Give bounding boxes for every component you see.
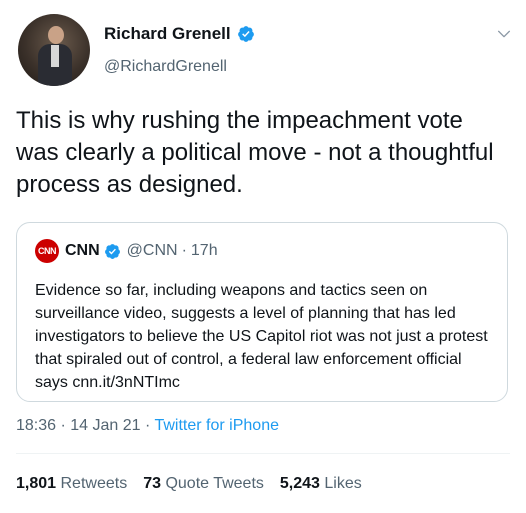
tweet-header: Richard Grenell @RichardGrenell <box>18 14 514 86</box>
quoted-timestamp: 17h <box>190 242 218 259</box>
author-name-row: Richard Grenell <box>104 24 255 44</box>
quoted-tweet-header: CNN CNN @CNN · 17h <box>35 239 218 263</box>
chevron-down-icon[interactable] <box>496 26 512 42</box>
quoted-tweet[interactable]: CNN CNN @CNN · 17h Evidence so far, incl… <box>16 222 508 402</box>
author-handle[interactable]: @RichardGrenell <box>104 58 227 76</box>
likes-stat[interactable]: 5,243 Likes <box>280 475 362 493</box>
likes-label: Likes <box>324 475 362 492</box>
quoted-tweet-text: Evidence so far, including weapons and t… <box>35 282 488 391</box>
retweets-count: 1,801 <box>16 475 57 492</box>
likes-count: 5,243 <box>279 475 320 492</box>
avatar[interactable] <box>18 14 90 86</box>
separator-dot: · <box>140 417 155 434</box>
quote-tweets-stat[interactable]: 73 Quote Tweets <box>143 475 264 493</box>
tweet-time[interactable]: 18:36 <box>16 417 56 434</box>
quote-tweets-label: Quote Tweets <box>165 475 264 492</box>
verified-badge-icon <box>237 26 254 42</box>
quoted-author-name: CNN <box>65 242 100 259</box>
tweet-stats: 1,801 Retweets 73 Quote Tweets 5,243 Lik… <box>16 475 378 493</box>
verified-badge-icon <box>104 243 120 259</box>
tweet-source-link[interactable]: Twitter for iPhone <box>154 417 279 434</box>
author-name[interactable]: Richard Grenell <box>104 24 231 44</box>
retweets-stat[interactable]: 1,801 Retweets <box>16 475 127 493</box>
divider <box>16 453 510 454</box>
quoted-author-handle: @CNN <box>126 242 178 259</box>
separator-dot: · <box>181 242 187 259</box>
tweet-meta: 18:36 · 14 Jan 21 · Twitter for iPhone <box>16 417 279 435</box>
tweet-text: This is why rushing the impeachment vote… <box>16 107 494 198</box>
retweets-label: Retweets <box>60 475 128 492</box>
quote-tweets-count: 73 <box>143 475 161 492</box>
separator-dot: · <box>56 417 71 434</box>
cnn-logo[interactable]: CNN <box>35 239 59 263</box>
tweet-date[interactable]: 14 Jan 21 <box>70 417 140 434</box>
